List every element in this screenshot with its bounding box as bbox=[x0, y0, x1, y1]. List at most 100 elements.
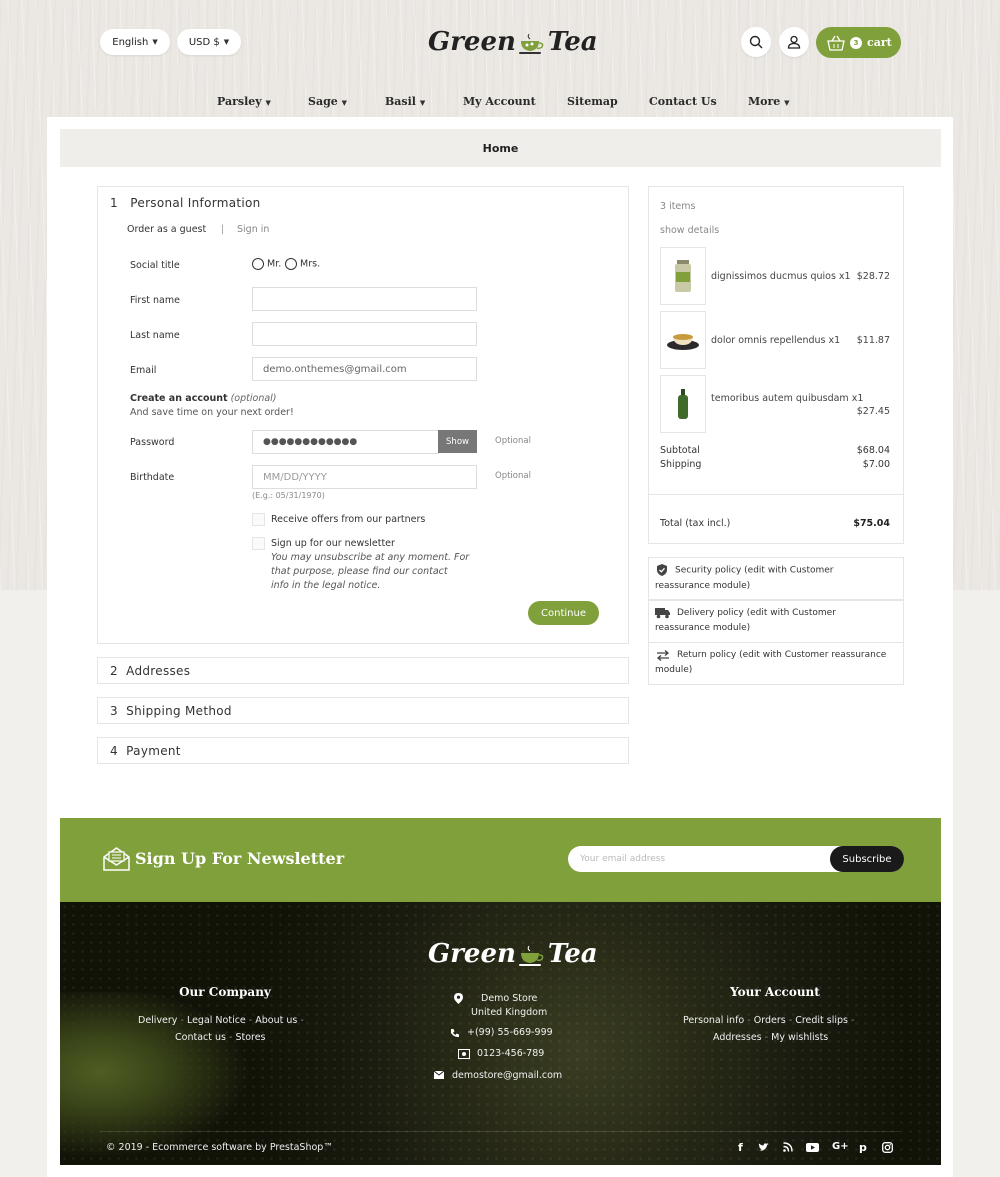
main-nav: Parsley ▼ Sage ▼ Basil ▼ My Account Site… bbox=[0, 95, 1000, 111]
tab-sign-in[interactable]: Sign in bbox=[237, 224, 269, 235]
first-name-field[interactable] bbox=[252, 287, 477, 311]
language-selector[interactable]: English ▼ bbox=[100, 29, 170, 55]
total-label: Total (tax incl.) bbox=[660, 518, 731, 529]
last-name-field[interactable] bbox=[252, 322, 477, 346]
nav-item-parsley[interactable]: Parsley ▼ bbox=[217, 95, 271, 108]
birthdate-label: Birthdate bbox=[130, 472, 175, 483]
cart-button[interactable]: 3 cart bbox=[816, 27, 901, 58]
newsletter-note-3: info in the legal notice. bbox=[271, 580, 381, 591]
birthdate-field[interactable]: MM/DD/YYYY bbox=[252, 465, 477, 489]
search-button[interactable] bbox=[741, 27, 771, 57]
newsletter-note-1: You may unsubscribe at any moment. For bbox=[271, 552, 470, 563]
birthdate-optional: Optional bbox=[495, 471, 531, 481]
step-title[interactable]: 1 Personal Information bbox=[110, 196, 261, 210]
nav-item-more[interactable]: More ▼ bbox=[748, 95, 790, 108]
step-addresses[interactable]: 2 Addresses bbox=[97, 657, 629, 684]
nav-item-basil[interactable]: Basil ▼ bbox=[385, 95, 425, 108]
nav-item-contact-us[interactable]: Contact Us bbox=[649, 95, 717, 108]
shipping-label: Shipping bbox=[660, 459, 702, 470]
footer-link-addresses[interactable]: Addresses bbox=[713, 1032, 762, 1043]
continue-button[interactable]: Continue bbox=[528, 601, 599, 625]
footer-link-about-us[interactable]: About us bbox=[255, 1015, 297, 1026]
shipping-value: $7.00 bbox=[862, 459, 890, 470]
show-details-link[interactable]: show details bbox=[660, 225, 719, 236]
newsletter-label: Sign up for our newsletter bbox=[271, 538, 395, 549]
step-title: 4 Payment bbox=[110, 744, 181, 758]
radio-mrs[interactable]: Mrs. bbox=[285, 258, 320, 270]
company-links-row-1: Delivery - Legal Notice - About us - bbox=[138, 1015, 304, 1026]
newsletter-checkbox[interactable] bbox=[252, 537, 265, 550]
copyright: © 2019 - Ecommerce software by PrestaSho… bbox=[106, 1142, 333, 1153]
search-icon bbox=[749, 35, 763, 49]
currency-label: USD $ bbox=[188, 36, 220, 48]
instagram-icon[interactable] bbox=[882, 1142, 893, 1153]
tab-order-as-guest[interactable]: Order as a guest bbox=[127, 224, 206, 235]
teacup-icon bbox=[518, 32, 546, 54]
tea-cup-icon bbox=[667, 334, 699, 350]
basket-icon bbox=[827, 35, 845, 51]
nav-item-sage[interactable]: Sage ▼ bbox=[308, 95, 347, 108]
cart-count-badge: 3 bbox=[850, 36, 862, 49]
footer-link-stores[interactable]: Stores bbox=[235, 1032, 265, 1043]
email-field[interactable]: demo.onthemes@gmail.com bbox=[252, 357, 477, 381]
account-links-row-1: Personal info - Orders - Credit slips - bbox=[683, 1015, 855, 1026]
google-plus-icon[interactable]: G+ bbox=[832, 1141, 849, 1152]
footer-link-my-wishlists[interactable]: My wishlists bbox=[771, 1032, 828, 1043]
product-thumb[interactable] bbox=[660, 311, 706, 369]
phone-icon bbox=[451, 1029, 459, 1038]
items-count: 3 items bbox=[660, 201, 696, 212]
product-thumb[interactable] bbox=[660, 375, 706, 433]
tab-separator: | bbox=[221, 224, 225, 235]
step-payment[interactable]: 4 Payment bbox=[97, 737, 629, 764]
cart-label: cart bbox=[867, 36, 892, 49]
facebook-icon[interactable]: f bbox=[738, 1141, 743, 1154]
subscribe-button[interactable]: Subscribe bbox=[830, 846, 904, 872]
user-icon bbox=[787, 35, 801, 49]
newsletter-title: Sign Up For Newsletter bbox=[135, 849, 345, 868]
product-thumb[interactable] bbox=[660, 247, 706, 305]
product-price: $27.45 bbox=[856, 406, 890, 417]
footer-link-orders[interactable]: Orders bbox=[754, 1015, 786, 1026]
nav-item-sitemap[interactable]: Sitemap bbox=[567, 95, 618, 108]
footer-link-legal-notice[interactable]: Legal Notice bbox=[187, 1015, 246, 1026]
radio-mr[interactable]: Mr. bbox=[252, 258, 281, 270]
logo-text-tea: Tea bbox=[547, 939, 598, 969]
footer-link-credit-slips[interactable]: Credit slips bbox=[795, 1015, 848, 1026]
reassurance-delivery: Delivery policy (edit with Customer reass… bbox=[648, 600, 904, 643]
company-links-row-2: Contact us - Stores bbox=[175, 1032, 266, 1043]
breadcrumb-home[interactable]: Home bbox=[483, 142, 519, 155]
logo-text-tea: Tea bbox=[547, 27, 598, 57]
password-optional: Optional bbox=[495, 436, 531, 446]
footer-link-contact-us[interactable]: Contact us bbox=[175, 1032, 226, 1043]
nav-item-my-account[interactable]: My Account bbox=[463, 95, 536, 108]
footer-email[interactable]: demostore@gmail.com bbox=[452, 1070, 562, 1081]
account-button[interactable] bbox=[779, 27, 809, 57]
product-price: $11.87 bbox=[856, 335, 890, 346]
footer-fax: 0123-456-789 bbox=[477, 1048, 545, 1059]
footer-link-delivery[interactable]: Delivery bbox=[138, 1015, 177, 1026]
reassurance-return: Return policy (edit with Customer reassu… bbox=[648, 642, 904, 685]
footer-link-personal-info[interactable]: Personal info bbox=[683, 1015, 744, 1026]
our-company-heading: Our Company bbox=[179, 985, 271, 999]
currency-selector[interactable]: USD $ ▼ bbox=[177, 29, 241, 55]
first-name-label: First name bbox=[130, 295, 180, 306]
partners-offer-checkbox[interactable] bbox=[252, 513, 265, 526]
password-field[interactable]: ●●●●●●●●●●●● bbox=[252, 430, 439, 454]
product-price: $28.72 bbox=[856, 271, 890, 282]
footer-phone: +(99) 55-669-999 bbox=[467, 1027, 553, 1038]
pinterest-icon[interactable]: p bbox=[859, 1141, 867, 1154]
logo-text-green: Green bbox=[428, 939, 516, 969]
product-name: dignissimos ducmus quios x1 bbox=[711, 271, 851, 282]
language-label: English bbox=[112, 36, 149, 48]
site-logo[interactable]: Green Tea bbox=[428, 22, 598, 62]
twitter-icon[interactable] bbox=[758, 1143, 769, 1152]
footer-divider bbox=[100, 1131, 900, 1132]
step-shipping-method[interactable]: 3 Shipping Method bbox=[97, 697, 629, 724]
footer-logo[interactable]: Green Tea bbox=[428, 934, 598, 974]
create-account-hint: And save time on your next order! bbox=[130, 407, 294, 418]
product-name: temoribus autem quibusdam x1 bbox=[711, 393, 864, 404]
product-name: dolor omnis repellendus x1 bbox=[711, 335, 841, 346]
show-password-button[interactable]: Show bbox=[438, 430, 477, 453]
youtube-icon[interactable] bbox=[806, 1143, 819, 1152]
rss-icon[interactable] bbox=[783, 1142, 793, 1152]
